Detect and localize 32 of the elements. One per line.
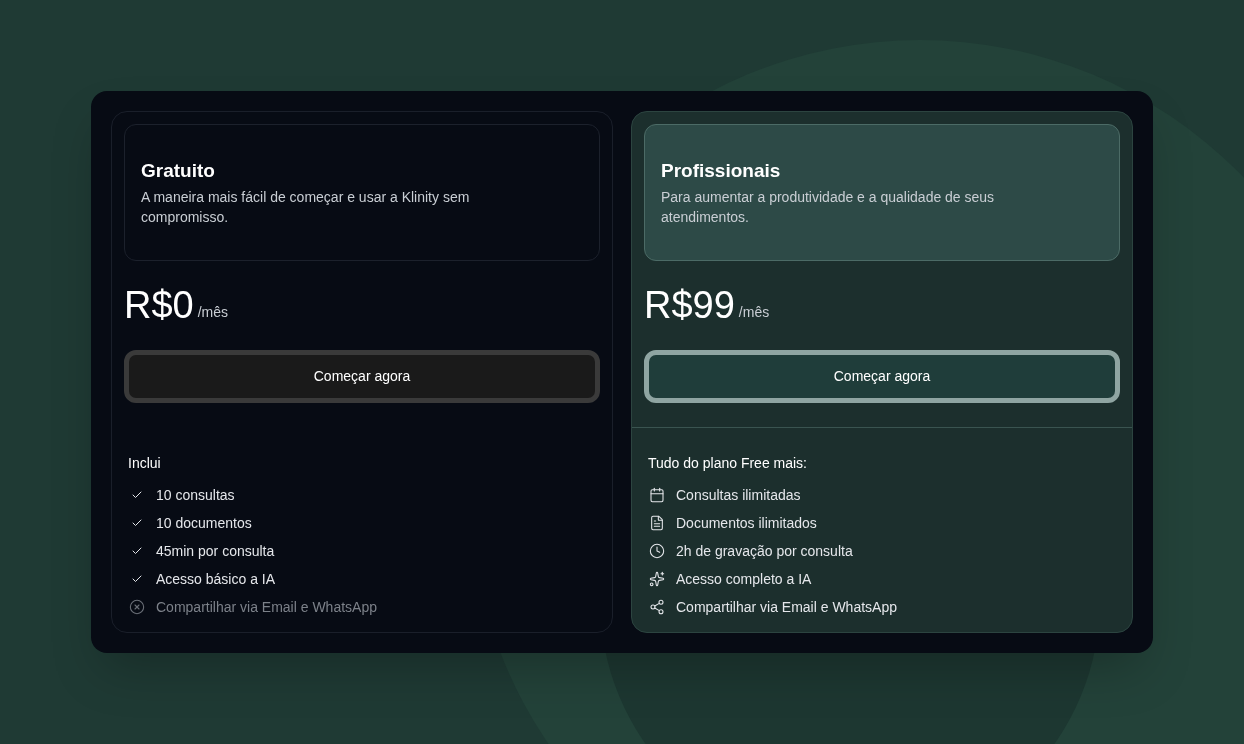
- share-icon: [649, 599, 665, 615]
- plan-name: Profissionais: [661, 159, 782, 183]
- plan-name: Gratuito: [141, 159, 216, 183]
- check-icon: [131, 517, 143, 529]
- feature-label: 10 documentos: [156, 513, 252, 533]
- plan-description: Para aumentar a produtividade e a qualidade de seus atendimentos.: [661, 188, 996, 227]
- feature-label: Acesso completo a IA: [676, 569, 812, 589]
- document-icon: [649, 515, 665, 531]
- price-period: /mês: [738, 303, 770, 322]
- check-icon: [131, 489, 143, 501]
- feature-label: Consultas ilimitadas: [676, 485, 801, 505]
- sparkle-icon: [649, 571, 665, 587]
- price: R$99: [644, 283, 735, 327]
- features-title: Inclui: [128, 454, 162, 473]
- check-icon: [131, 573, 143, 585]
- feature-label: Documentos ilimitados: [676, 513, 817, 533]
- calendar-icon: [649, 487, 665, 503]
- start-button[interactable]: Começar agora: [124, 350, 600, 403]
- feature-label: 2h de gravação por consulta: [676, 541, 853, 561]
- feature-label: Compartilhar via Email e WhatsApp: [156, 597, 377, 617]
- check-icon: [131, 545, 143, 557]
- feature-label: 10 consultas: [156, 485, 235, 505]
- feature-label: Acesso básico a IA: [156, 569, 276, 589]
- clock-icon: [649, 543, 665, 559]
- feature-label: 45min por consulta: [156, 541, 275, 561]
- features-title: Tudo do plano Free mais:: [648, 454, 808, 473]
- price-period: /mês: [197, 303, 229, 322]
- x-circle-icon: [129, 599, 145, 615]
- price: R$0: [124, 283, 194, 327]
- feature-label: Compartilhar via Email e WhatsApp: [676, 597, 897, 617]
- plan-description: A maneira mais fácil de começar e usar a Klinity sem compromisso.: [141, 188, 471, 227]
- start-button[interactable]: Começar agora: [644, 350, 1120, 403]
